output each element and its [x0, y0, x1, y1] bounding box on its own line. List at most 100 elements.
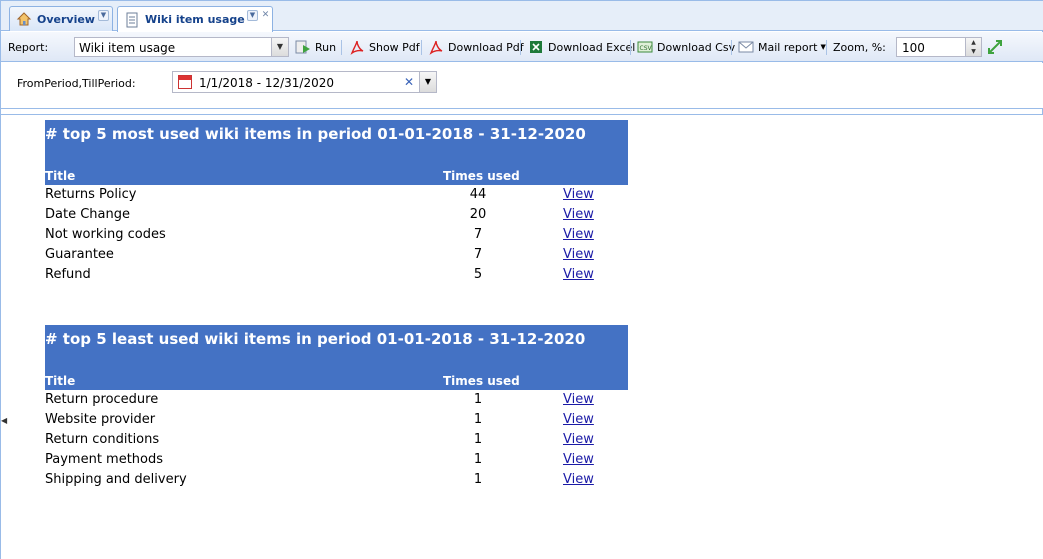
toolbar-separator [731, 40, 732, 55]
table-row: Payment methods 1 View [45, 450, 628, 470]
toolbar-separator [421, 40, 422, 55]
view-link[interactable]: View [563, 207, 594, 222]
zoom-value: 100 [902, 41, 925, 55]
period-input[interactable]: 1/1/2018 - 12/31/2020 ✕ ▼ [172, 71, 437, 93]
table-row: Not working codes 7 View [45, 225, 628, 245]
spinner-up-icon[interactable]: ▲ [966, 38, 981, 47]
table-row: Date Change 20 View [45, 205, 628, 225]
view-link[interactable]: View [563, 452, 594, 467]
toolbar-separator [520, 40, 521, 55]
row-count: 7 [473, 227, 483, 242]
column-title-header: Title [45, 374, 76, 388]
table-header: # top 5 least used wiki items in period … [45, 325, 628, 390]
column-title-header: Title [45, 169, 76, 183]
row-title: Not working codes [45, 227, 166, 242]
toolbar-separator [341, 40, 342, 55]
view-link[interactable]: View [563, 432, 594, 447]
zoom-spinner[interactable]: ▲ ▼ [965, 38, 981, 56]
run-label: Run [315, 40, 337, 54]
row-title: Date Change [45, 207, 130, 222]
column-count-header: Times used [443, 169, 520, 183]
tab-close-icon[interactable]: ✕ [260, 10, 271, 21]
view-link[interactable]: View [563, 267, 594, 282]
tab-overview[interactable]: Overview ▼ [9, 6, 113, 31]
report-label: Report: [8, 41, 49, 54]
download-pdf-button[interactable]: Download Pdf [428, 38, 524, 56]
mail-report-label: Mail report [758, 40, 818, 54]
view-link[interactable]: View [563, 392, 594, 407]
table-row: Return conditions 1 View [45, 430, 628, 450]
view-link[interactable]: View [563, 247, 594, 262]
row-count: 44 [469, 187, 487, 202]
tab-wiki-item-usage-label: Wiki item usage [145, 13, 245, 26]
tab-wiki-menu-icon[interactable]: ▼ [247, 10, 258, 21]
calendar-icon[interactable] [178, 75, 192, 89]
row-title: Payment methods [45, 452, 164, 467]
report-select[interactable]: Wiki item usage ▼ [74, 37, 289, 57]
table-row: Returns Policy 44 View [45, 185, 628, 205]
row-count: 20 [469, 207, 487, 222]
row-title: Return procedure [45, 392, 159, 407]
toolbar-separator [826, 40, 827, 55]
period-value: 1/1/2018 - 12/31/2020 [199, 76, 335, 90]
table-title: # top 5 most used wiki items in period 0… [45, 125, 586, 143]
mail-report-button[interactable]: Mail report ▼ [738, 38, 826, 56]
table-header: # top 5 most used wiki items in period 0… [45, 120, 628, 185]
row-title: Return conditions [45, 432, 160, 447]
view-link[interactable]: View [563, 412, 594, 427]
period-label: FromPeriod,TillPeriod: [17, 77, 136, 90]
tab-wiki-item-usage[interactable]: Wiki item usage ▼ ✕ [117, 6, 273, 32]
download-excel-label: Download Excel [548, 40, 636, 54]
show-pdf-button[interactable]: Show Pdf [349, 38, 420, 56]
zoom-input[interactable]: 100 ▲ ▼ [896, 37, 982, 57]
pdf-icon [428, 39, 444, 55]
run-button[interactable]: Run [295, 38, 336, 56]
view-link[interactable]: View [563, 227, 594, 242]
show-pdf-label: Show Pdf [369, 40, 420, 54]
row-count: 7 [473, 247, 483, 262]
notebook-icon [124, 12, 140, 28]
table-title: # top 5 least used wiki items in period … [45, 330, 586, 348]
expand-icon [987, 39, 1003, 55]
fullscreen-button[interactable] [987, 38, 1007, 56]
chevron-down-icon[interactable]: ▼ [419, 72, 436, 92]
csv-icon: CSV [637, 39, 653, 55]
row-title: Website provider [45, 412, 156, 427]
row-title: Guarantee [45, 247, 114, 262]
row-count: 1 [473, 432, 483, 447]
table-row: Guarantee 7 View [45, 245, 628, 265]
row-count: 1 [473, 472, 483, 487]
row-title: Returns Policy [45, 187, 137, 202]
row-count: 1 [473, 392, 483, 407]
view-link[interactable]: View [563, 187, 594, 202]
chevron-down-icon[interactable]: ▼ [271, 38, 288, 56]
report-viewer: # top 5 most used wiki items in period 0… [1, 114, 1043, 559]
tab-overview-menu-icon[interactable]: ▼ [98, 10, 109, 21]
download-excel-button[interactable]: Download Excel [528, 38, 635, 56]
toolbar-separator [630, 40, 631, 55]
table-row: Refund 5 View [45, 265, 628, 285]
run-icon [295, 39, 311, 55]
least-used-table: # top 5 least used wiki items in period … [45, 325, 628, 490]
home-icon [16, 11, 32, 27]
parameters-panel: FromPeriod,TillPeriod: 1/1/2018 - 12/31/… [1, 63, 1043, 109]
download-csv-label: Download Csv [657, 40, 736, 54]
table-row: Shipping and delivery 1 View [45, 470, 628, 490]
row-count: 1 [473, 412, 483, 427]
svg-text:CSV: CSV [640, 45, 653, 52]
envelope-icon [738, 39, 754, 55]
report-select-value: Wiki item usage [79, 41, 176, 55]
zoom-label: Zoom, %: [833, 41, 886, 54]
view-link[interactable]: View [563, 472, 594, 487]
pdf-icon [349, 39, 365, 55]
spinner-down-icon[interactable]: ▼ [966, 47, 981, 56]
collapse-handle-icon[interactable]: ◀ [1, 416, 7, 428]
row-count: 5 [473, 267, 483, 282]
clear-icon[interactable]: ✕ [402, 72, 416, 92]
row-title: Shipping and delivery [45, 472, 187, 487]
table-row: Return procedure 1 View [45, 390, 628, 410]
row-title: Refund [45, 267, 91, 282]
tab-overview-label: Overview [37, 12, 95, 26]
excel-icon [528, 39, 544, 55]
download-csv-button[interactable]: CSV Download Csv [637, 38, 735, 56]
